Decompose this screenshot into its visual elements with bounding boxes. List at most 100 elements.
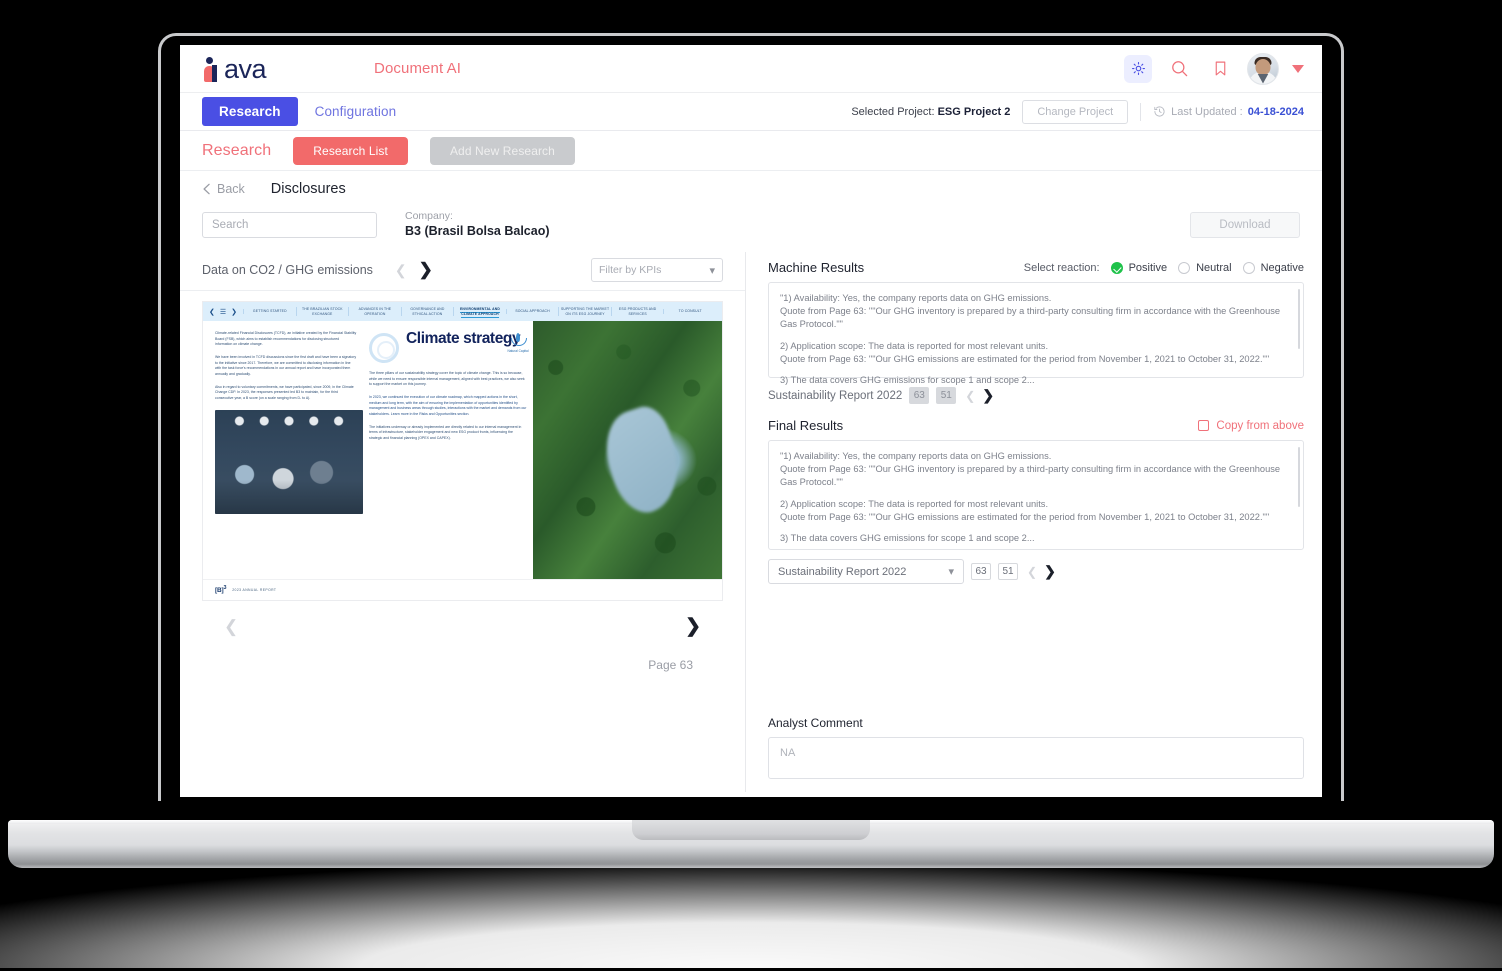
- app-title: Document AI: [374, 60, 462, 77]
- doc-nav-item[interactable]: ADVANCES IN THE OPERATION: [348, 306, 401, 317]
- chevron-down-icon[interactable]: [1292, 64, 1304, 73]
- scrollbar-thumb[interactable]: [1298, 289, 1300, 350]
- document-prev-button[interactable]: ❮: [224, 617, 238, 637]
- machine-line-3: 2) Application scope: The data is report…: [780, 340, 1049, 351]
- kpi-title: Data on CO2 / GHG emissions: [202, 263, 373, 278]
- brand-name: ava: [224, 53, 267, 84]
- document-nav-icons: ❮ ☰ ❯: [209, 308, 243, 316]
- reaction-negative[interactable]: Negative: [1242, 261, 1304, 274]
- climate-ring-icon: [369, 333, 399, 364]
- machine-results-header: Machine Results Select reaction: Positiv…: [768, 260, 1304, 275]
- page-chip[interactable]: 51: [936, 387, 957, 405]
- chevron-left-icon: [203, 183, 210, 195]
- laptop-base-notch: [632, 820, 870, 840]
- analyst-comment-input[interactable]: NA: [768, 737, 1304, 780]
- nava-logo-icon: [202, 56, 223, 82]
- reaction-label: Select reaction:: [1023, 261, 1100, 274]
- page-chip[interactable]: 63: [971, 563, 991, 581]
- document-area: ❮ ☰ ❯ GETTING STARTED THE BRAZILIAN STOC…: [180, 291, 745, 672]
- change-project-button[interactable]: Change Project: [1022, 99, 1129, 124]
- last-updated: Last Updated : 04-18-2024: [1153, 105, 1304, 118]
- doc-nav-item[interactable]: SOCIAL APPROACH: [505, 309, 559, 315]
- project-info: Selected Project: ESG Project 2 Change P…: [851, 99, 1304, 124]
- doc-paragraph: In 2023, we continued the execution of o…: [369, 395, 527, 416]
- final-results-header: Final Results Copy from above: [768, 418, 1304, 433]
- back-button[interactable]: Back: [202, 182, 245, 196]
- filter-by-kpis-value: Filter by KPIs: [599, 264, 662, 277]
- final-results-textbox[interactable]: "1) Availability: Yes, the company repor…: [768, 440, 1304, 551]
- reaction-positive[interactable]: Positive: [1110, 261, 1167, 274]
- analyst-comment-label: Analyst Comment: [768, 716, 863, 731]
- final-line-1: "1) Availability: Yes, the company repor…: [780, 451, 1052, 462]
- kpi-prev-button[interactable]: ❮: [395, 262, 407, 279]
- doc-next-icon[interactable]: ❯: [231, 308, 237, 316]
- filter-by-kpis-select[interactable]: Filter by KPIs ▾: [591, 258, 723, 283]
- copy-checkbox-icon: [1198, 420, 1210, 432]
- machine-line-4: Quote from Page 63: ""Our GHG emissions …: [780, 353, 1270, 364]
- final-results-title: Final Results: [768, 418, 844, 434]
- report-select-value: Sustainability Report 2022: [778, 565, 907, 578]
- climate-strategy-heading: Climate strategy: [369, 330, 527, 364]
- b3-logo: [B]3: [215, 585, 226, 594]
- meeting-photo: [215, 409, 363, 514]
- final-line-2: Quote from Page 63: ""Our GHG inventory …: [780, 464, 1281, 488]
- selected-project-label: Selected Project:: [851, 105, 935, 118]
- bookmark-icon[interactable]: [1206, 55, 1234, 83]
- tab-research[interactable]: Research: [202, 97, 298, 126]
- divider: [1140, 102, 1142, 121]
- document-column-right: [533, 321, 722, 580]
- section-title: Research: [202, 141, 272, 159]
- doc-paragraph: We have been involved in TCFD discussion…: [215, 355, 357, 376]
- document-pager: ❮ ❯: [202, 601, 723, 638]
- download-button[interactable]: Download: [1190, 211, 1300, 238]
- kpi-next-button[interactable]: ❯: [419, 260, 433, 280]
- doc-prev-icon[interactable]: ❮: [209, 308, 215, 316]
- natural-capital-badge: Natural Capital: [505, 333, 531, 353]
- doc-paragraph: Also in regard to voluntary commitments,…: [215, 384, 354, 400]
- search-icon[interactable]: [1165, 55, 1193, 83]
- doc-nav-item[interactable]: SUPPORTING THE MARKET ON ITS ESG JOURNEY: [558, 306, 611, 317]
- document-next-button[interactable]: ❯: [685, 615, 701, 638]
- reaction-group: Select reaction: Positive Neutral Negati…: [1023, 261, 1304, 274]
- machine-source-next[interactable]: ❯: [982, 387, 994, 404]
- machine-source-label: Sustainability Report 2022: [768, 389, 903, 402]
- doc-menu-icon[interactable]: ☰: [220, 308, 226, 316]
- machine-results-textbox[interactable]: "1) Availability: Yes, the company repor…: [768, 282, 1304, 385]
- tab-configuration[interactable]: Configuration: [298, 97, 414, 126]
- copy-from-above-button[interactable]: Copy from above: [1198, 420, 1304, 432]
- report-select[interactable]: Sustainability Report 2022 ▾: [768, 559, 964, 585]
- doc-nav-item[interactable]: GOVERNANCE AND ETHICAL ACTION: [400, 306, 454, 317]
- doc-nav-item[interactable]: ESG PRODUCTS AND SERVICES: [610, 306, 664, 317]
- search-input[interactable]: [202, 211, 377, 238]
- final-line-3: 2) Application scope: The data is report…: [780, 498, 1049, 509]
- doc-nav-item[interactable]: GETTING STARTED: [243, 309, 296, 315]
- settings-icon[interactable]: [1124, 54, 1152, 83]
- main-content: Data on CO2 / GHG emissions ❮ ❯ Filter b…: [180, 252, 1322, 793]
- avatar[interactable]: [1247, 52, 1279, 85]
- aerial-forest-photo: [533, 321, 722, 580]
- reaction-neutral[interactable]: Neutral: [1178, 261, 1232, 274]
- machine-source-prev[interactable]: ❮: [965, 389, 975, 403]
- research-list-button[interactable]: Research List: [293, 136, 408, 165]
- filters-row: Company: B3 (Brasil Bolsa Balcao) Downlo…: [180, 205, 1322, 253]
- scrollbar-thumb[interactable]: [1298, 447, 1300, 508]
- brand-logo-group[interactable]: ava: [202, 53, 267, 84]
- page-chip[interactable]: 51: [998, 563, 1018, 581]
- company-info: Company: B3 (Brasil Bolsa Balcao): [405, 209, 550, 240]
- document-page-preview[interactable]: ❮ ☰ ❯ GETTING STARTED THE BRAZILIAN STOC…: [202, 301, 723, 602]
- document-footer: [B]3 2023 ANNUAL REPORT: [203, 579, 722, 600]
- machine-results-title: Machine Results: [768, 260, 865, 276]
- doc-nav-item[interactable]: THE BRAZILIAN STOCK EXCHANGE: [295, 306, 349, 317]
- last-updated-value: 04-18-2024: [1247, 105, 1304, 118]
- doc-nav-item[interactable]: TO CONSULT: [663, 309, 716, 315]
- final-source-prev[interactable]: ❮: [1027, 565, 1037, 579]
- screenshot-stage: ava Document AI Research Configuration S…: [0, 0, 1502, 971]
- doc-nav-item-active[interactable]: ENVIRONMENTAL AND CLIMATE APPROACH: [453, 306, 506, 318]
- final-source-next[interactable]: ❯: [1044, 563, 1056, 580]
- page-chip[interactable]: 63: [909, 387, 930, 405]
- selected-project-value: ESG Project 2: [937, 105, 1011, 118]
- back-label: Back: [217, 182, 245, 196]
- add-new-research-button[interactable]: Add New Research: [429, 136, 575, 165]
- document-title: Climate strategy: [406, 330, 521, 348]
